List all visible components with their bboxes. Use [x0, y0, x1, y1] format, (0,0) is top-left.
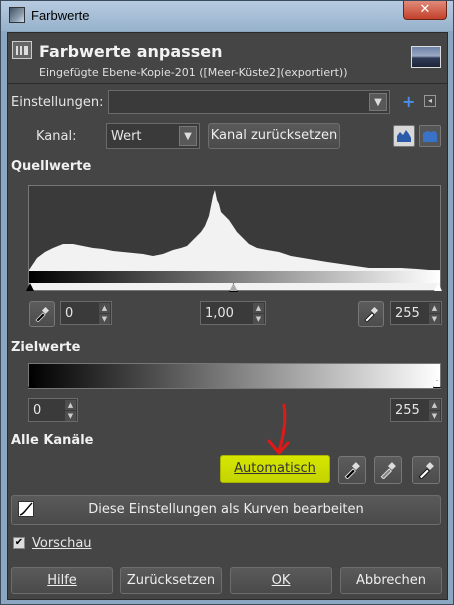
ok-button[interactable]: OK — [230, 567, 332, 594]
eyedropper-icon — [380, 462, 396, 479]
source-high-value: 255 — [395, 306, 420, 321]
source-values-title: Quellwerte — [11, 159, 92, 174]
chevron-down-icon[interactable]: ▼ — [369, 93, 387, 111]
target-high-value: 255 — [395, 403, 420, 418]
target-high-spin[interactable]: 255 ▲ ▼ — [390, 398, 442, 422]
spin-up-icon[interactable]: ▲ — [65, 400, 76, 410]
layer-subtitle: Eingefügte Ebene-Kopie-201 ([Meer-Küste2… — [39, 66, 348, 79]
spin-up-icon[interactable]: ▲ — [429, 400, 440, 410]
source-low-spin[interactable]: 0 ▲ ▼ — [60, 301, 112, 325]
levels-dialog-window: Farbwerte ✕ Farbwerte anpassen Eingefügt… — [0, 0, 454, 605]
settings-combo[interactable]: ▼ — [108, 90, 390, 114]
source-low-value: 0 — [65, 306, 74, 321]
reset-label: Zurücksetzen — [126, 573, 216, 588]
pick-black-all-button[interactable] — [338, 456, 366, 484]
pick-white-point-button[interactable] — [358, 301, 384, 327]
eyedropper-icon — [35, 306, 50, 322]
close-button[interactable]: ✕ — [403, 1, 447, 20]
edit-as-curves-label: Diese Einstellungen als Kurven bearbeite… — [88, 502, 364, 517]
chevron-down-icon[interactable]: ▼ — [179, 126, 197, 146]
target-low-spin[interactable]: 0 ▲ ▼ — [28, 398, 78, 422]
channel-value: Wert — [111, 129, 142, 144]
ok-label: OK — [271, 573, 291, 588]
preview-label: Vorschau — [32, 536, 92, 551]
spin-down-icon[interactable]: ▼ — [429, 314, 440, 324]
header-divider — [8, 83, 447, 84]
spin-down-icon[interactable]: ▼ — [99, 314, 110, 324]
pick-white-all-button[interactable] — [412, 456, 440, 484]
pick-gray-all-button[interactable] — [374, 456, 402, 484]
log-histogram-icon[interactable] — [419, 125, 441, 147]
all-channels-title: Alle Kanäle — [11, 433, 94, 448]
preview-checkbox[interactable]: ✔ — [13, 537, 25, 549]
source-high-spin[interactable]: 255 ▲ ▼ — [390, 301, 442, 325]
help-label: Hilfe — [47, 573, 77, 588]
preset-menu-icon[interactable]: ◂ — [424, 95, 436, 107]
eyedropper-icon — [364, 306, 379, 322]
settings-label: Einstellungen: — [11, 95, 104, 110]
source-gradient-bar — [29, 271, 440, 283]
channel-label: Kanal: — [36, 129, 77, 144]
target-values-title: Zielwerte — [11, 340, 81, 355]
spin-up-icon[interactable]: ▲ — [429, 303, 440, 313]
help-button[interactable]: Hilfe — [11, 567, 113, 594]
spin-down-icon[interactable]: ▼ — [429, 411, 440, 421]
target-gradient-bar — [28, 363, 441, 389]
curves-icon — [18, 501, 34, 517]
cancel-label: Abbrechen — [355, 573, 427, 588]
eyedropper-icon — [418, 462, 434, 479]
auto-button-label: Automatisch — [234, 461, 316, 476]
annotation-arrow — [267, 403, 290, 455]
eyedropper-icon — [344, 462, 360, 479]
spin-up-icon[interactable]: ▲ — [253, 303, 264, 313]
cancel-button[interactable]: Abbrechen — [340, 567, 442, 594]
gamma-spin[interactable]: 1,00 ▲ ▼ — [200, 301, 266, 325]
reset-button[interactable]: Zurücksetzen — [120, 567, 222, 594]
spin-down-icon[interactable]: ▼ — [65, 411, 76, 421]
app-icon — [9, 7, 25, 23]
linear-histogram-icon[interactable] — [393, 125, 415, 147]
dialog-body: Farbwerte anpassen Eingefügte Ebene-Kopi… — [7, 32, 448, 600]
edit-as-curves-button[interactable]: Diese Einstellungen als Kurven bearbeite… — [11, 495, 441, 525]
reset-channel-button[interactable]: Kanal zurücksetzen — [208, 123, 340, 149]
levels-icon — [12, 41, 32, 59]
window-title: Farbwerte — [31, 8, 90, 23]
channel-combo[interactable]: Wert ▼ — [106, 123, 200, 149]
auto-button[interactable]: Automatisch — [220, 455, 330, 483]
spin-down-icon[interactable]: ▼ — [253, 314, 264, 324]
target-low-value: 0 — [33, 403, 42, 418]
image-thumbnail — [411, 46, 441, 68]
gamma-value: 1,00 — [205, 306, 234, 321]
title-bar[interactable]: Farbwerte ✕ — [1, 1, 453, 31]
add-preset-icon[interactable]: + — [402, 92, 415, 111]
spin-up-icon[interactable]: ▲ — [99, 303, 110, 313]
dialog-heading: Farbwerte anpassen — [39, 42, 223, 61]
pick-black-point-button[interactable] — [29, 301, 55, 327]
